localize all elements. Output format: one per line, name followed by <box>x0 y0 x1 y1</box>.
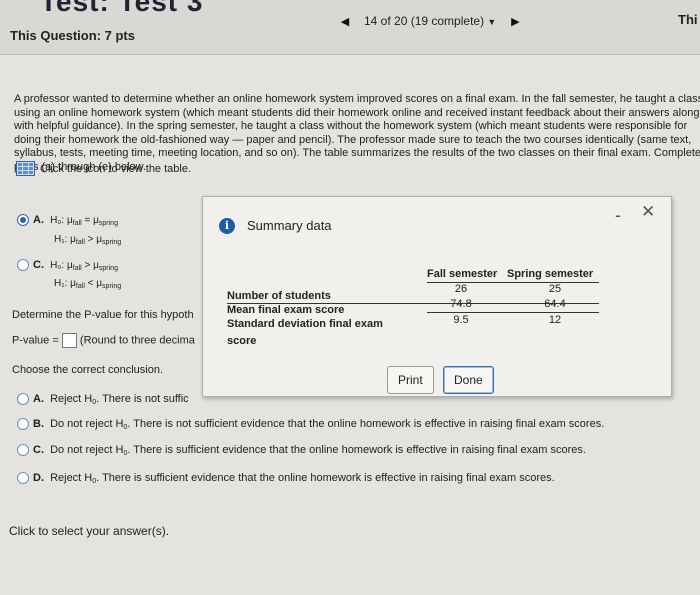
view-table-link[interactable]: Click the icon to view the table. <box>16 161 191 176</box>
table-icon[interactable] <box>16 161 35 176</box>
question-navigator: ◀ 14 of 20 (19 complete) ▼ ▶ <box>338 10 522 32</box>
pvalue-label: P-value = <box>12 334 59 347</box>
conclusion-option-b[interactable]: B. Do not reject H0. There is not suffic… <box>17 418 604 431</box>
next-question-icon[interactable]: ▶ <box>508 15 522 28</box>
popup-title: Summary data <box>247 218 332 233</box>
radio-unselected-icon[interactable] <box>17 259 29 272</box>
top-strip: Test: Test 3 This Question: 7 pts ◀ 14 o… <box>0 0 700 55</box>
summary-data-popup: i Summary data - ✕ Fall semester Spring … <box>202 196 672 397</box>
conclusion-option-c[interactable]: C. Do not reject H0. There is sufficient… <box>17 444 586 457</box>
radio-selected-icon[interactable] <box>17 214 29 227</box>
row-divider <box>427 312 599 313</box>
print-button[interactable]: Print <box>387 366 434 394</box>
previous-question-icon[interactable]: ◀ <box>338 15 352 28</box>
radio-unselected-icon[interactable] <box>17 472 29 485</box>
question-points: This Question: 7 pts <box>10 28 135 43</box>
row-label: Number of students <box>227 290 331 302</box>
pvalue-input[interactable] <box>61 333 77 348</box>
row-label-wrap: score <box>227 335 257 347</box>
row-label: Mean final exam score <box>227 304 345 316</box>
footer-instruction: Click to select your answer(s). <box>9 524 170 538</box>
close-icon[interactable]: ✕ <box>641 202 655 222</box>
pvalue-row: P-value = (Round to three decima <box>12 333 195 348</box>
cell-fall: 9.5 <box>453 314 469 326</box>
conclusion-prompt: Choose the correct conclusion. <box>12 364 164 376</box>
dropdown-caret-icon[interactable]: ▼ <box>487 17 496 27</box>
info-icon: i <box>219 218 235 234</box>
conclusion-option-a[interactable]: A. Reject H0. There is not suffic <box>17 393 189 406</box>
pvalue-hint: (Round to three decima <box>79 334 195 347</box>
hypothesis-option-a[interactable]: A. H₀: μfall = μspring <box>17 214 118 227</box>
cell-fall: 74.8 <box>450 298 472 310</box>
cell-fall: 26 <box>454 283 468 295</box>
test-title: Test: Test 3 <box>40 0 204 17</box>
done-button[interactable]: Done <box>443 366 494 394</box>
hypothesis-option-c[interactable]: C. H₀: μfall > μspring <box>17 259 118 272</box>
cell-spring: 25 <box>548 283 562 295</box>
column-header-fall: Fall semester <box>427 268 498 280</box>
question-counter[interactable]: 14 of 20 (19 complete) ▼ <box>360 14 500 28</box>
radio-unselected-icon[interactable] <box>17 418 29 431</box>
conclusion-option-d[interactable]: D. Reject H0. There is sufficient eviden… <box>17 472 555 485</box>
hypothesis-c-alt: H₁: μfall < μspring <box>54 278 122 290</box>
cell-spring: 12 <box>548 314 562 326</box>
radio-unselected-icon[interactable] <box>17 444 29 457</box>
radio-unselected-icon[interactable] <box>17 393 29 406</box>
hypothesis-a-alt: H₁: μfall > μspring <box>54 234 122 246</box>
minimize-icon[interactable]: - <box>615 205 621 226</box>
column-header-spring: Spring semester <box>507 268 594 280</box>
cell-spring: 64.4 <box>544 298 566 310</box>
view-table-text: Click the icon to view the table. <box>40 162 192 175</box>
row-label: Standard deviation final exam <box>227 318 383 330</box>
clipped-header-text: Thi <box>678 12 698 27</box>
pvalue-prompt: Determine the P-value for this hypoth <box>12 309 194 321</box>
